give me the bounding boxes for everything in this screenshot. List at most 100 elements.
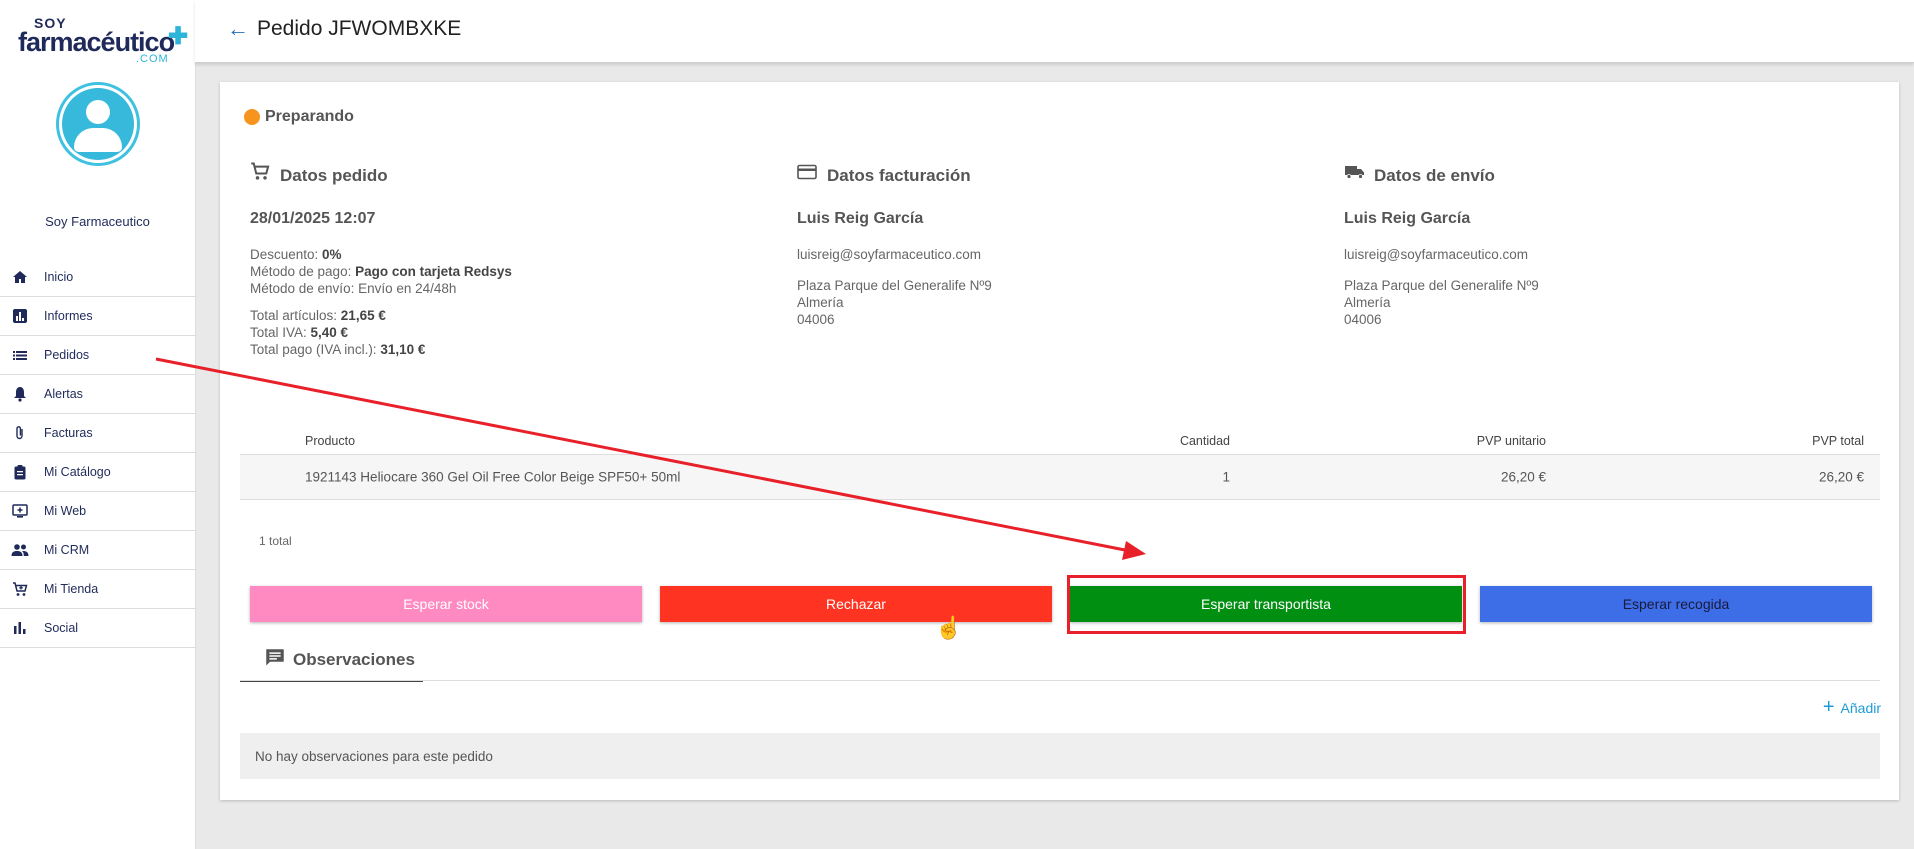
logo[interactable]: SOY farmacéutico .COM ✚ bbox=[18, 16, 188, 65]
bar-chart-icon bbox=[11, 619, 29, 637]
shipping-address: Plaza Parque del Generalife Nº9 bbox=[1344, 278, 1539, 293]
products-table: Producto Cantidad PVP unitario PVP total… bbox=[240, 428, 1880, 500]
user-icon bbox=[62, 88, 134, 160]
monitor-icon bbox=[11, 502, 29, 520]
order-details: Datos pedido 28/01/2025 12:07 Descuento:… bbox=[250, 154, 770, 358]
sidebar-item-pedidos[interactable]: Pedidos bbox=[0, 336, 195, 375]
sidebar-item-mi-tienda[interactable]: Mi Tienda bbox=[0, 570, 195, 609]
observations-empty: No hay observaciones para este pedido bbox=[240, 733, 1880, 779]
logo-line3: .COM bbox=[136, 53, 169, 65]
tab-observaciones-label: Observaciones bbox=[293, 650, 415, 669]
sidebar-item-alertas[interactable]: Alertas bbox=[0, 375, 195, 414]
billing-heading: Datos facturación bbox=[797, 154, 1317, 186]
sidebar-item-label: Inicio bbox=[44, 270, 74, 284]
cell-pvp-total: 26,20 € bbox=[1818, 469, 1864, 485]
status-label: Preparando bbox=[265, 108, 354, 125]
cell-pvp-unitario: 26,20 € bbox=[1500, 469, 1546, 485]
sidebar-item-mi-crm[interactable]: Mi CRM bbox=[0, 531, 195, 570]
shipping-method-line: Método de envío: Envío en 24/48h bbox=[250, 281, 457, 296]
top-header: ← Pedido JFWOMBXKE bbox=[195, 0, 1914, 63]
sidebar-item-inicio[interactable]: Inicio bbox=[0, 258, 195, 297]
discount-value: 0% bbox=[322, 247, 342, 262]
billing-zip: 04006 bbox=[797, 312, 835, 327]
home-icon bbox=[11, 268, 29, 286]
sidebar-item-label: Mi CRM bbox=[44, 543, 90, 557]
billing-city: Almería bbox=[797, 295, 844, 310]
total-iva-value: 5,40 € bbox=[310, 325, 349, 340]
credit-card-icon bbox=[797, 163, 819, 186]
sidebar-item-label: Facturas bbox=[44, 426, 93, 440]
shipping-zip: 04006 bbox=[1344, 312, 1382, 327]
sidebar-item-social[interactable]: Social bbox=[0, 609, 195, 648]
col-cantidad: Cantidad bbox=[1179, 434, 1230, 448]
back-arrow-icon[interactable]: ← bbox=[227, 18, 249, 40]
table-header: Producto Cantidad PVP unitario PVP total bbox=[240, 428, 1880, 455]
table-row[interactable]: 1921143 Heliocare 360 Gel Oil Free Color… bbox=[240, 455, 1880, 500]
bell-icon bbox=[11, 385, 29, 403]
shipping-heading: Datos de envío bbox=[1344, 154, 1864, 186]
billing-title: Datos facturación bbox=[827, 166, 971, 185]
user-name: Soy Farmaceutico bbox=[45, 214, 150, 229]
tab-observaciones[interactable]: Observaciones bbox=[240, 640, 423, 682]
sidebar-item-label: Mi Web bbox=[44, 504, 87, 518]
sidebar-item-label: Mi Catálogo bbox=[44, 465, 111, 479]
total-items-line: Total artículos: 21,65 € bbox=[250, 308, 386, 323]
comment-icon bbox=[265, 648, 285, 673]
cell-producto: 1921143 Heliocare 360 Gel Oil Free Color… bbox=[305, 469, 681, 485]
billing-address: Plaza Parque del Generalife Nº9 bbox=[797, 278, 992, 293]
people-icon bbox=[11, 541, 29, 559]
billing-name: Luis Reig García bbox=[797, 210, 924, 227]
truck-icon bbox=[1344, 163, 1366, 186]
sidebar: SOY farmacéutico .COM ✚ Soy Farmaceutico… bbox=[0, 0, 196, 849]
shipping-details: Datos de envío Luis Reig García luisreig… bbox=[1344, 154, 1864, 328]
total-items-value: 21,65 € bbox=[340, 308, 386, 323]
status-badge: Preparando bbox=[244, 108, 354, 126]
sidebar-item-label: Pedidos bbox=[44, 348, 90, 362]
page-title: Pedido JFWOMBXKE bbox=[257, 17, 462, 40]
sidebar-item-mi-web[interactable]: Mi Web bbox=[0, 492, 195, 531]
order-card: Preparando Datos pedido 28/01/2025 12:07… bbox=[220, 82, 1899, 800]
sidebar-nav: Inicio Informes Pedidos Alertas Facturas… bbox=[0, 258, 195, 648]
total-payment-value: 31,10 € bbox=[380, 342, 426, 357]
cell-cantidad: 1 bbox=[1222, 469, 1230, 485]
add-label: Añadir bbox=[1840, 699, 1881, 716]
rechazar-button[interactable]: Rechazar bbox=[660, 586, 1052, 622]
billing-email: luisreig@soyfarmaceutico.com bbox=[797, 247, 982, 262]
total-payment-line: Total pago (IVA incl.): 31,10 € bbox=[250, 342, 426, 357]
sidebar-item-informes[interactable]: Informes bbox=[0, 297, 195, 336]
add-observation-button[interactable]: + Añadir bbox=[1823, 696, 1881, 719]
sidebar-item-label: Social bbox=[44, 621, 79, 635]
esperar-transportista-button[interactable]: Esperar transportista bbox=[1070, 586, 1462, 622]
col-producto: Producto bbox=[305, 434, 356, 448]
avatar[interactable] bbox=[56, 82, 140, 166]
sidebar-item-mi-catalogo[interactable]: Mi Catálogo bbox=[0, 453, 195, 492]
tab-divider bbox=[240, 680, 1880, 681]
sidebar-item-label: Mi Tienda bbox=[44, 582, 99, 596]
order-details-heading: Datos pedido bbox=[250, 154, 770, 186]
sidebar-item-facturas[interactable]: Facturas bbox=[0, 414, 195, 453]
list-icon bbox=[11, 346, 29, 364]
logo-line2: farmacéutico bbox=[18, 27, 175, 57]
status-dot-icon bbox=[244, 109, 260, 125]
payment-line: Método de pago: Pago con tarjeta Redsys bbox=[250, 264, 512, 279]
paperclip-icon bbox=[11, 424, 29, 442]
col-pvp-total: PVP total bbox=[1812, 434, 1864, 448]
order-date: 28/01/2025 12:07 bbox=[250, 210, 376, 227]
discount-line: Descuento: 0% bbox=[250, 247, 342, 262]
sidebar-item-label: Alertas bbox=[44, 387, 83, 401]
esperar-recogida-button[interactable]: Esperar recogida bbox=[1480, 586, 1872, 622]
order-details-title: Datos pedido bbox=[280, 166, 388, 185]
shipping-title: Datos de envío bbox=[1374, 166, 1495, 185]
shipping-email: luisreig@soyfarmaceutico.com bbox=[1344, 247, 1529, 262]
col-pvp-unitario: PVP unitario bbox=[1476, 434, 1546, 448]
shipping-name: Luis Reig García bbox=[1344, 210, 1471, 227]
observations-empty-text: No hay observaciones para este pedido bbox=[255, 748, 493, 764]
clipboard-icon bbox=[11, 463, 29, 481]
plus-icon: + bbox=[1822, 696, 1835, 718]
sidebar-item-label: Informes bbox=[44, 309, 93, 323]
hand-cursor-icon: ☝ bbox=[935, 615, 963, 640]
total-iva-line: Total IVA: 5,40 € bbox=[250, 325, 349, 340]
esperar-stock-button[interactable]: Esperar stock bbox=[250, 586, 642, 622]
logo-cross-icon: ✚ bbox=[168, 23, 189, 50]
payment-value: Pago con tarjeta Redsys bbox=[355, 264, 512, 279]
